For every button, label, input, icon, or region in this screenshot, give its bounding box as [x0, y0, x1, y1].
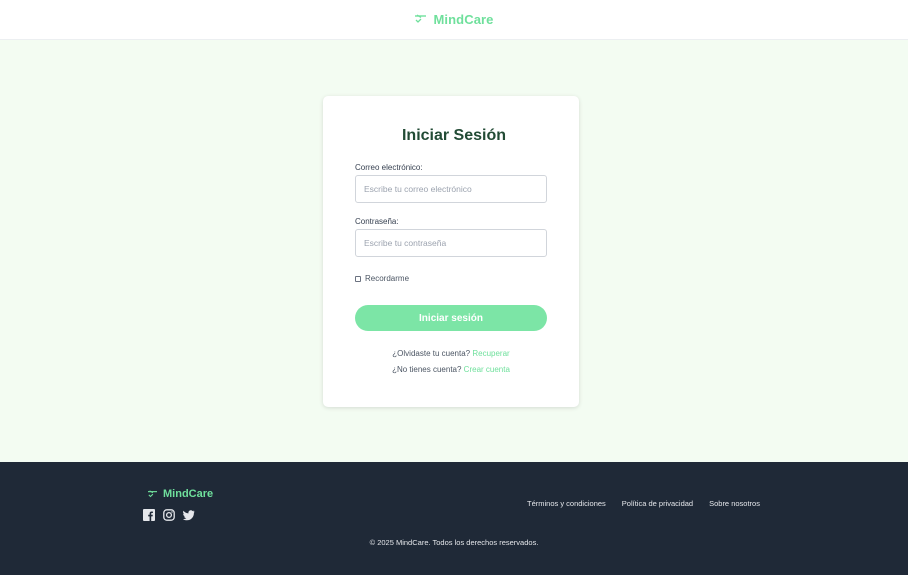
email-label: Correo electrónico: [355, 163, 423, 172]
page-title: Iniciar Sesión [401, 127, 507, 144]
privacy-link[interactable]: Política de privacidad [622, 499, 693, 508]
copyright: © 2025 MindCare. Todos los derechos rese… [369, 538, 539, 547]
brand-name: MindCare [433, 12, 494, 27]
heart-pulse-logo-icon [148, 489, 157, 497]
forgot-text: ¿Olvidaste tu cuenta? [392, 349, 471, 358]
signup-line: ¿No tienes cuenta? Crear cuenta [323, 365, 579, 374]
remember-label: Recordarme [365, 274, 410, 283]
footer-brand[interactable]: MindCare [147, 488, 213, 500]
facebook-icon[interactable] [143, 509, 155, 521]
recover-link[interactable]: Recuperar [472, 349, 509, 358]
footer [0, 462, 908, 575]
login-button[interactable]: Iniciar sesión [355, 305, 547, 331]
twitter-icon[interactable] [183, 509, 195, 521]
create-account-link[interactable]: Crear cuenta [464, 365, 510, 374]
instagram-icon[interactable] [163, 509, 175, 521]
remember-me[interactable]: Recordarme [355, 274, 409, 283]
about-link[interactable]: Sobre nosotros [709, 499, 760, 508]
password-field[interactable] [355, 229, 547, 257]
footer-brand-name: MindCare [163, 488, 214, 500]
social-links [143, 509, 195, 521]
heart-pulse-logo-icon [415, 14, 427, 23]
brand[interactable]: MindCare [414, 12, 493, 27]
email-field[interactable] [355, 175, 547, 203]
forgot-line: ¿Olvidaste tu cuenta? Recuperar [323, 349, 579, 358]
signup-text: ¿No tienes cuenta? [392, 365, 462, 374]
terms-link[interactable]: Términos y condiciones [527, 499, 606, 508]
top-bar: MindCare [0, 0, 908, 40]
password-label: Contraseña: [355, 217, 399, 226]
footer-links: Términos y condiciones Política de priva… [527, 499, 760, 508]
remember-checkbox[interactable] [355, 275, 361, 282]
